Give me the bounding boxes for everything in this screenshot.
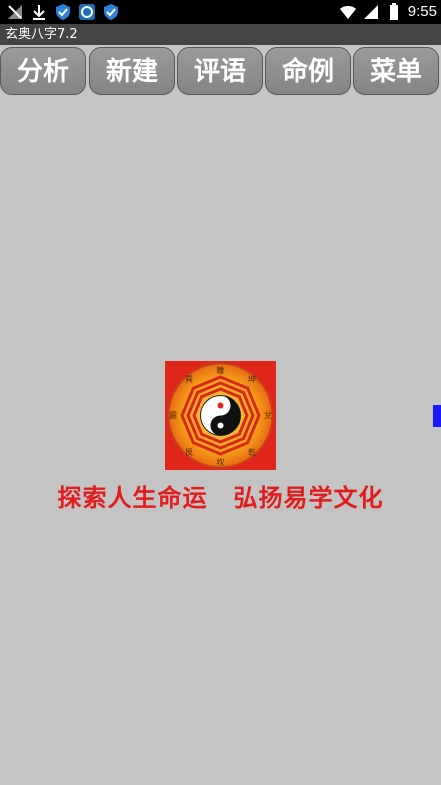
slogan: 探索人生命运 弘扬易学文化 bbox=[0, 478, 441, 513]
download-icon bbox=[33, 5, 45, 20]
trigram-label: 乾 bbox=[248, 447, 256, 457]
new-button[interactable]: 新建 bbox=[89, 47, 175, 95]
shield-icon bbox=[56, 4, 70, 20]
shield-icon bbox=[104, 4, 118, 20]
trigram-label: 兌 bbox=[264, 410, 272, 420]
edge-marker bbox=[433, 405, 441, 427]
clock: 9:55 bbox=[407, 3, 437, 20]
status-bar: 9:55 bbox=[0, 0, 441, 24]
app-title: 玄奥八字7.2 bbox=[0, 24, 441, 45]
comment-button[interactable]: 评语 bbox=[177, 47, 263, 95]
trigram-label: 巽 bbox=[185, 375, 193, 384]
analyze-button[interactable]: 分析 bbox=[0, 47, 86, 95]
slogan-part-1: 探索人生命运 bbox=[57, 484, 208, 512]
trigram-label: 離 bbox=[217, 365, 225, 375]
trigram-label: 艮 bbox=[185, 448, 193, 457]
signal-crossed-icon bbox=[8, 5, 22, 19]
bagua-logo: 離 坤 兌 乾 坎 艮 震 巽 bbox=[165, 361, 276, 470]
trigram-label: 震 bbox=[169, 411, 177, 420]
photo-app-icon bbox=[79, 4, 95, 20]
battery-icon bbox=[389, 3, 398, 20]
slogan-part-2: 弘扬易学文化 bbox=[233, 484, 384, 512]
wifi-icon bbox=[339, 6, 356, 19]
trigram-label: 坤 bbox=[248, 374, 256, 384]
examples-button[interactable]: 命例 bbox=[265, 47, 351, 95]
menu-button[interactable]: 菜单 bbox=[353, 47, 439, 95]
trigram-label: 坎 bbox=[217, 457, 225, 467]
cell-signal-icon bbox=[363, 5, 378, 19]
toolbar: 分析 新建 评语 命例 菜单 bbox=[0, 45, 441, 98]
